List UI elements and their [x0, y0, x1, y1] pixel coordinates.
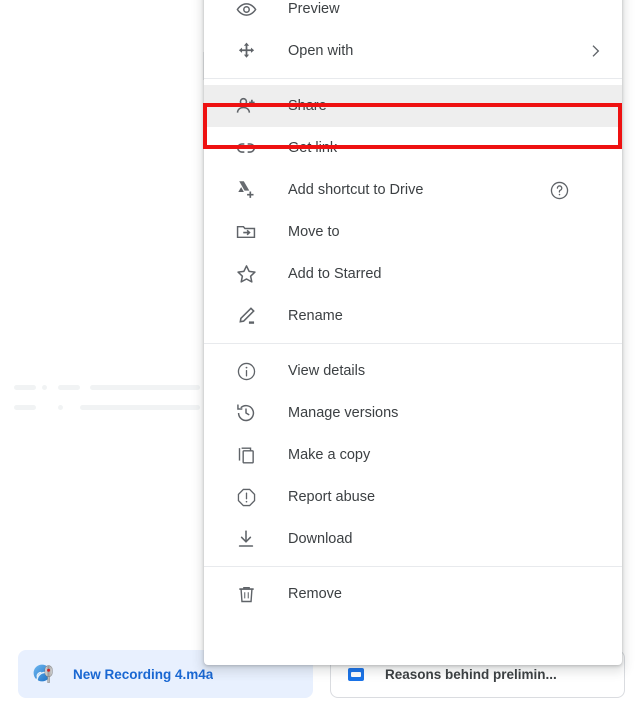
- menu-item-label: Open with: [288, 43, 354, 59]
- menu-item-share[interactable]: Share: [204, 85, 622, 127]
- download-icon: [234, 527, 258, 551]
- link-icon: [234, 136, 258, 160]
- menu-item-label: View details: [288, 363, 366, 379]
- ghost-placeholder-line: [58, 405, 63, 410]
- menu-item-open-with[interactable]: Open with: [204, 30, 622, 72]
- menu-item-label: Get link: [288, 140, 338, 156]
- pencil-icon: [234, 304, 258, 328]
- warning-icon: [234, 485, 258, 509]
- menu-item-remove[interactable]: Remove: [204, 573, 622, 615]
- menu-separator: [204, 566, 622, 567]
- person-add-icon: [234, 94, 258, 118]
- drive-add-icon: [234, 178, 258, 202]
- folder-move-icon: [234, 220, 258, 244]
- menu-item-move-to[interactable]: Move to: [204, 211, 622, 253]
- menu-item-manage-versions[interactable]: Manage versions: [204, 392, 622, 434]
- menu-item-label: Preview: [288, 1, 340, 17]
- help-icon[interactable]: [548, 179, 570, 201]
- trash-icon: [234, 582, 258, 606]
- ghost-placeholder-line: [42, 385, 47, 390]
- menu-item-label: Remove: [288, 586, 342, 602]
- eye-icon: [234, 0, 258, 21]
- menu-item-view-details[interactable]: View details: [204, 350, 622, 392]
- ghost-placeholder-line: [14, 385, 36, 390]
- menu-item-label: Manage versions: [288, 405, 399, 421]
- menu-item-preview[interactable]: Preview: [204, 0, 622, 30]
- history-icon: [234, 401, 258, 425]
- menu-item-label: Add shortcut to Drive: [288, 182, 424, 198]
- star-icon: [234, 262, 258, 286]
- ghost-placeholder-line: [80, 405, 200, 410]
- menu-item-label: Add to Starred: [288, 266, 382, 282]
- menu-item-download[interactable]: Download: [204, 518, 622, 560]
- audio-mic-icon: [33, 663, 55, 685]
- menu-item-add-to-starred[interactable]: Add to Starred: [204, 253, 622, 295]
- copy-icon: [234, 443, 258, 467]
- file-name: New Recording 4.m4a: [73, 666, 214, 682]
- menu-item-label: Rename: [288, 308, 343, 324]
- file-name: Reasons behind prelimin...: [385, 666, 557, 682]
- file-context-menu[interactable]: Preview Open with Share Get link Add sho…: [204, 0, 622, 665]
- slides-doc-icon: [345, 663, 367, 685]
- menu-item-label: Share: [288, 98, 327, 114]
- menu-item-label: Move to: [288, 224, 340, 240]
- menu-item-add-shortcut-to-drive[interactable]: Add shortcut to Drive: [204, 169, 622, 211]
- menu-separator: [204, 78, 622, 79]
- menu-item-make-a-copy[interactable]: Make a copy: [204, 434, 622, 476]
- menu-separator: [204, 343, 622, 344]
- menu-item-label: Download: [288, 531, 353, 547]
- ghost-placeholder-line: [58, 385, 80, 390]
- menu-item-report-abuse[interactable]: Report abuse: [204, 476, 622, 518]
- menu-item-label: Report abuse: [288, 489, 376, 505]
- info-icon: [234, 359, 258, 383]
- menu-item-rename[interactable]: Rename: [204, 295, 622, 337]
- open-with-icon: [234, 39, 258, 63]
- menu-item-get-link[interactable]: Get link: [204, 127, 622, 169]
- menu-item-label: Make a copy: [288, 447, 371, 463]
- ghost-placeholder-line: [90, 385, 200, 390]
- ghost-placeholder-line: [14, 405, 36, 410]
- chevron-right-icon: [584, 40, 606, 62]
